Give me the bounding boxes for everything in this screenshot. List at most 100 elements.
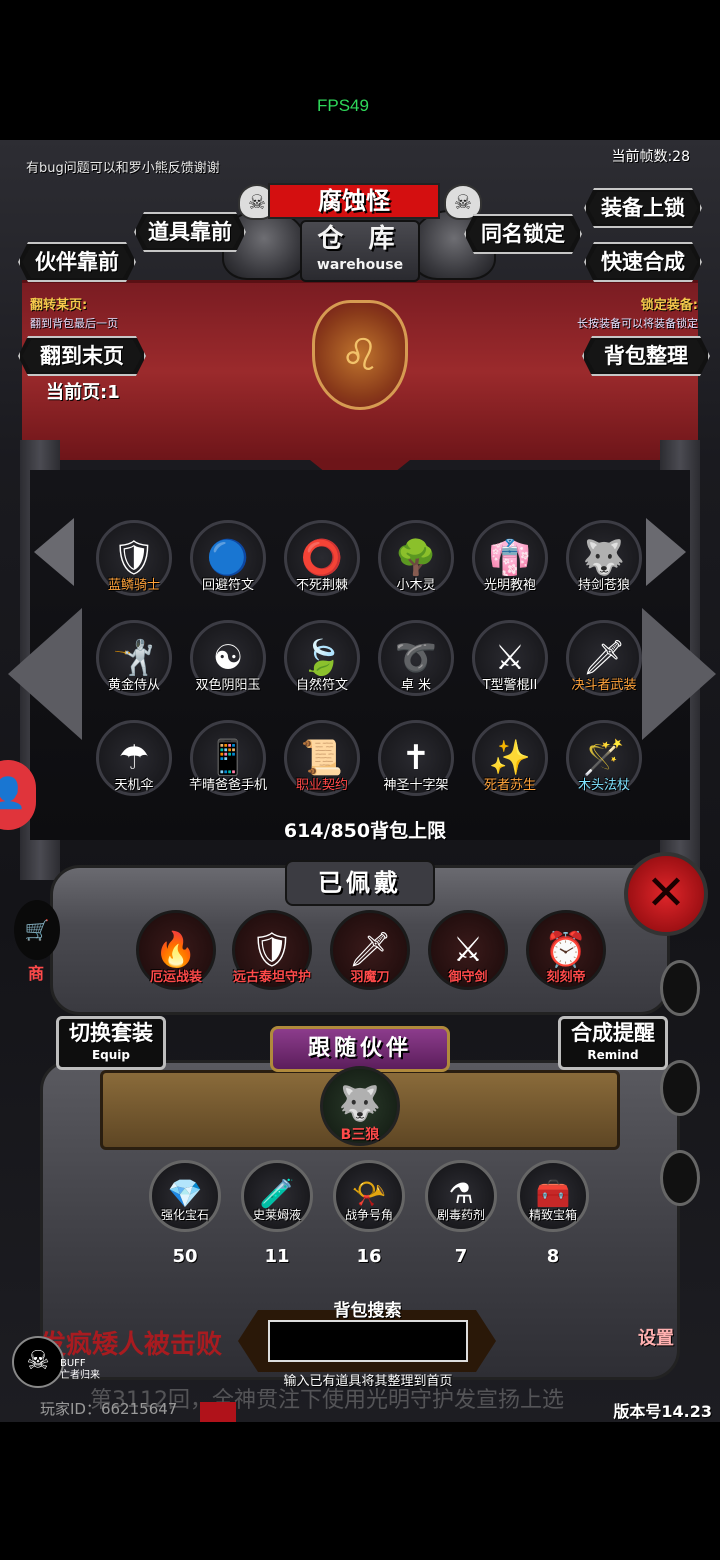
craft-remind-sub: Remind — [587, 1048, 639, 1062]
inventory-item[interactable]: 📱 芊晴爸爸手机 — [188, 720, 268, 820]
consumable-name: 史莱姆液 — [252, 1208, 301, 1222]
inventory-item[interactable]: 🔵 回避符文 — [188, 520, 268, 620]
consumable-name: 强化宝石 — [160, 1208, 209, 1222]
equip-lock-label: 装备上锁 — [601, 196, 685, 220]
consumable-count: 8 — [546, 1246, 560, 1267]
partner-front-label: 伙伴靠前 — [35, 250, 119, 274]
equipped-item[interactable]: 🛡 远古泰坦守护 — [232, 910, 312, 990]
inventory-item-label: 小木灵 — [396, 578, 436, 593]
equipped-item-label: 刻刻帝 — [546, 970, 586, 985]
pet-name: B三狼 — [340, 1127, 380, 1143]
inventory-item-label: T型警棍II — [482, 678, 538, 693]
inventory-item-label: 光明教袍 — [483, 578, 536, 593]
player-id: 玩家ID：66215647 — [40, 1400, 178, 1418]
items-front-label: 道具靠前 — [148, 220, 232, 244]
inventory-item[interactable]: 🤺 黄金侍从 — [94, 620, 174, 720]
inventory-item-label: 蓝鳞骑士 — [107, 578, 160, 593]
close-button[interactable]: ✕ — [624, 852, 708, 936]
inventory-item[interactable]: 🐺 持剑苍狼 — [564, 520, 644, 620]
prev-page-arrow-icon[interactable] — [8, 608, 82, 740]
inventory-item[interactable]: 🗡 决斗者武装 — [564, 620, 644, 720]
side-menu-icon[interactable] — [660, 1060, 700, 1116]
announcement-text: 发疯矮人被击败 — [40, 1330, 223, 1360]
switch-set-button[interactable]: 切换套装 Equip — [56, 1016, 166, 1070]
consumable-name: 战争号角 — [344, 1208, 393, 1222]
bag-capacity: 614/850背包上限 — [283, 820, 447, 842]
equipped-title: 已佩戴 — [285, 860, 435, 906]
inventory-item[interactable]: ☯ 双色阴阳玉 — [188, 620, 268, 720]
inventory-item[interactable]: ☂ 天机伞 — [94, 720, 174, 820]
dice-icon[interactable] — [660, 960, 700, 1016]
side-menu-icon[interactable] — [660, 1150, 700, 1206]
inventory-item-label: 木头法杖 — [577, 778, 630, 793]
equipped-item-label: 远古泰坦守护 — [232, 970, 311, 985]
consumable-slot[interactable]: ⚗ 剧毒药剂 7 — [422, 1160, 500, 1290]
shop-label: 商 — [28, 964, 45, 983]
equipped-item-label: 厄运战装 — [149, 970, 202, 985]
lock-equip-label: 锁定装备: — [640, 298, 698, 313]
equipped-item[interactable]: 🔥 厄运战装 — [136, 910, 216, 990]
equipped-item-label: 御守剑 — [448, 970, 488, 985]
prev-small-arrow-icon[interactable] — [34, 518, 74, 586]
inventory-item[interactable]: ⭕ 不死荆棘 — [282, 520, 362, 620]
consumable-slot[interactable]: 🧰 精致宝箱 8 — [514, 1160, 592, 1290]
inventory-item[interactable]: 📜 职业契约 — [282, 720, 362, 820]
consumable-slot[interactable]: 🧪 史莱姆液 11 — [238, 1160, 316, 1290]
inventory-item[interactable]: 🍃 自然符文 — [282, 620, 362, 720]
inventory-item[interactable]: 🪄 木头法杖 — [564, 720, 644, 820]
consumable-slot[interactable]: 📯 战争号角 16 — [330, 1160, 408, 1290]
lion-crest-icon: ♌ — [312, 300, 408, 410]
inventory-item[interactable]: ⚔ T型警棍II — [470, 620, 550, 720]
sort-bag-button[interactable]: 背包整理 — [582, 336, 710, 376]
consumable-name: 精致宝箱 — [528, 1208, 577, 1222]
warehouse-title: 仓 库 warehouse — [300, 220, 420, 282]
progress-bar — [200, 1402, 236, 1422]
buff-title: BUFF — [60, 1358, 86, 1369]
inventory-item[interactable]: ➰ 卓 米 — [376, 620, 456, 720]
consumable-name: 剧毒药剂 — [436, 1208, 485, 1222]
inventory-item-label: 黄金侍从 — [107, 678, 160, 693]
screen: FPS49 有bug问题可以和罗小熊反馈谢谢 当前帧数:28 ♌ ☠ ☠ 腐蚀怪… — [0, 0, 720, 1560]
consumable-count: 16 — [356, 1246, 382, 1267]
inventory-item[interactable]: 🌳 小木灵 — [376, 520, 456, 620]
equipped-item[interactable]: ⚔ 御守剑 — [428, 910, 508, 990]
equipped-item[interactable]: 🗡 羽魔刀 — [330, 910, 410, 990]
fps-counter: FPS49 — [317, 96, 369, 115]
bag-search-input[interactable] — [268, 1320, 468, 1362]
warehouse-title-cn: 仓 库 — [317, 224, 403, 254]
partner-front-button[interactable]: 伙伴靠前 — [18, 242, 136, 282]
consumable-slot[interactable]: 💎 强化宝石 50 — [146, 1160, 224, 1290]
same-name-lock-button[interactable]: 同名锁定 — [464, 214, 582, 254]
switch-set-sub: Equip — [91, 1048, 131, 1062]
items-front-button[interactable]: 道具靠前 — [134, 212, 246, 252]
equipped-item-label: 羽魔刀 — [350, 970, 390, 985]
monster-name-title: 腐蚀怪 — [268, 183, 440, 219]
quick-craft-label: 快速合成 — [601, 250, 685, 274]
version-label: 版本号14.23 — [613, 1402, 712, 1421]
go-last-page-label: 翻到末页 — [40, 344, 124, 368]
inventory-item[interactable]: ✝ 神圣十字架 — [376, 720, 456, 820]
buff-skull-icon[interactable]: ☠ — [12, 1336, 64, 1388]
game-view: 有bug问题可以和罗小熊反馈谢谢 当前帧数:28 ♌ ☠ ☠ 腐蚀怪 仓 库 w… — [0, 140, 720, 1422]
flip-page-sub: 翻到背包最后一页 — [30, 317, 118, 330]
quick-craft-button[interactable]: 快速合成 — [584, 242, 702, 282]
inventory-item[interactable]: 🛡 蓝鳞骑士 — [94, 520, 174, 620]
shop-icon[interactable]: 🛒 — [14, 900, 60, 960]
inventory-item-label: 自然符文 — [295, 678, 348, 693]
inventory-item[interactable]: ✨ 死者苏生 — [470, 720, 550, 820]
inventory-item-label: 职业契约 — [295, 778, 348, 793]
go-last-page-button[interactable]: 翻到末页 — [18, 336, 146, 376]
equip-lock-button[interactable]: 装备上锁 — [584, 188, 702, 228]
inventory-item-label: 芊晴爸爸手机 — [188, 778, 267, 793]
equipped-item[interactable]: ⏰ 刻刻帝 — [526, 910, 606, 990]
inventory-item-label: 不死荆棘 — [295, 578, 348, 593]
search-title: 背包搜索 — [333, 1301, 402, 1321]
consumable-count: 50 — [172, 1246, 198, 1267]
inventory-item-label: 神圣十字架 — [383, 778, 449, 793]
settings-button[interactable]: 设置 — [638, 1324, 674, 1350]
craft-remind-button[interactable]: 合成提醒 Remind — [558, 1016, 668, 1070]
buff-sub: 亡者归来 — [60, 1370, 100, 1381]
consumable-count: 11 — [264, 1246, 290, 1267]
warehouse-title-en: warehouse — [316, 257, 404, 273]
inventory-item[interactable]: 👘 光明教袍 — [470, 520, 550, 620]
